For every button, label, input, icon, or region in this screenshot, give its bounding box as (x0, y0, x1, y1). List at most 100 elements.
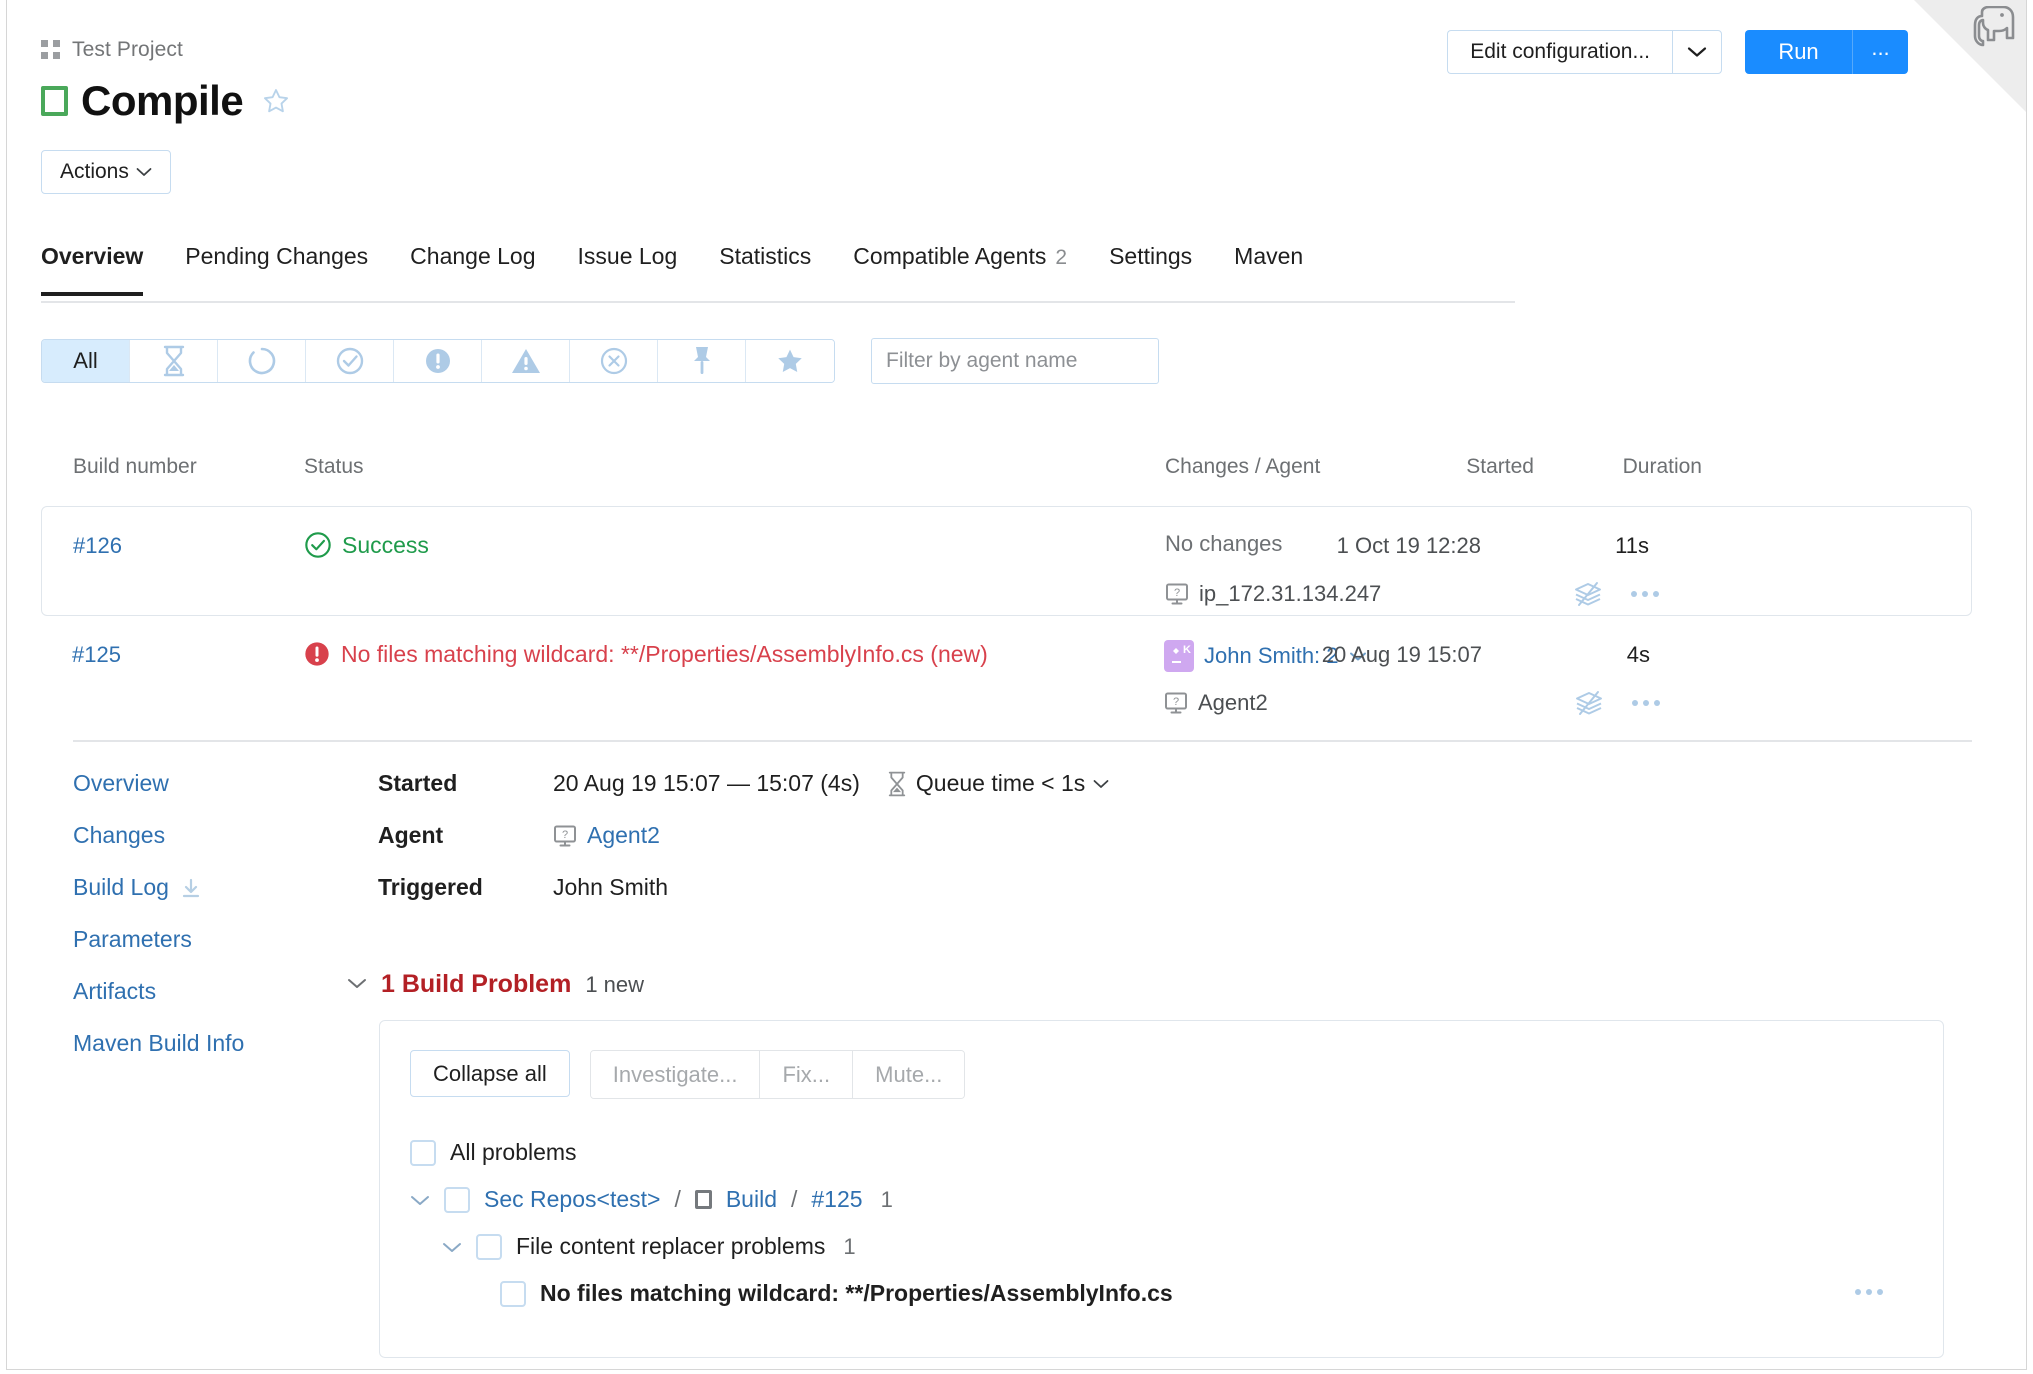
build-number-link[interactable]: #125 (72, 642, 121, 668)
filter-bar: All (41, 338, 1159, 384)
detail-nav-label: Artifacts (73, 978, 156, 1005)
build-changes-link[interactable]: John Smith: 2 (1204, 643, 1339, 669)
svg-text:?: ? (1173, 696, 1179, 708)
table-row[interactable]: #126 Success No changes ? ip_172.31.134.… (41, 506, 1972, 616)
download-icon[interactable] (180, 877, 202, 899)
table-row[interactable]: #125 No files matching wildcard: **/Prop… (41, 616, 1972, 728)
filter-button-problems[interactable] (482, 340, 570, 382)
build-changes: No changes (1165, 531, 1282, 557)
actions-button-label: Actions (60, 160, 129, 184)
detail-nav-maven-build-info[interactable]: Maven Build Info (73, 1030, 353, 1057)
star-outline-icon[interactable] (262, 87, 290, 115)
detail-nav-changes[interactable]: Changes (73, 822, 353, 849)
tab-label: Pending Changes (185, 243, 368, 270)
collapse-all-button[interactable]: Collapse all (410, 1050, 570, 1097)
filter-all-label: All (73, 348, 97, 374)
tab-maven[interactable]: Maven (1234, 243, 1303, 292)
tab-settings[interactable]: Settings (1109, 243, 1192, 292)
detail-nav-label: Overview (73, 770, 169, 797)
filter-button-successful[interactable] (306, 340, 394, 382)
queue-time[interactable]: Queue time < 1s (886, 770, 1109, 797)
page-title: Compile (81, 80, 243, 122)
filter-button-running[interactable] (218, 340, 306, 382)
detail-nav-build-log[interactable]: Build Log (73, 874, 353, 901)
chevron-down-icon[interactable] (410, 1194, 430, 1206)
artifacts-icon[interactable] (1574, 690, 1604, 716)
mute-button[interactable]: Mute... (853, 1051, 964, 1098)
filter-button-all[interactable]: All (42, 340, 130, 382)
build-number-link[interactable]: #125 (811, 1186, 862, 1213)
build-agent-name: ip_172.31.134.247 (1199, 581, 1381, 607)
build-agent[interactable]: ? ip_172.31.134.247 (1165, 581, 1381, 607)
build-status: Success (304, 531, 429, 559)
chevron-down-icon[interactable] (347, 977, 367, 989)
page-title-row: Compile (41, 80, 290, 122)
tab-bar: Overview Pending Changes Change Log Issu… (41, 243, 1515, 303)
filter-button-cancelled[interactable] (570, 340, 658, 382)
tab-issue-log[interactable]: Issue Log (578, 243, 678, 292)
column-header-duration: Duration (1623, 455, 1702, 479)
agent-unknown-icon: ? (553, 824, 577, 848)
problem-checkbox[interactable] (500, 1281, 526, 1307)
investigate-button[interactable]: Investigate... (591, 1051, 761, 1098)
repo-checkbox[interactable] (444, 1187, 470, 1213)
meta-value: 20 Aug 19 15:07 — 15:07 (4s) (553, 770, 860, 797)
detail-nav-label: Parameters (73, 926, 192, 953)
breadcrumb-project-label: Test Project (72, 38, 183, 62)
tab-overview[interactable]: Overview (41, 243, 143, 296)
path-separator: / (674, 1186, 680, 1213)
ellipsis-icon[interactable] (1855, 1289, 1883, 1295)
tab-pending-changes[interactable]: Pending Changes (185, 243, 368, 292)
build-duration: 4s (1627, 642, 1650, 668)
user-avatar-icon: K (1164, 640, 1194, 672)
detail-nav-overview[interactable]: Overview (73, 770, 353, 797)
filter-button-tagged[interactable] (746, 340, 834, 382)
tab-change-log[interactable]: Change Log (410, 243, 535, 292)
ellipsis-icon[interactable] (1632, 700, 1660, 706)
detail-nav-label: Changes (73, 822, 165, 849)
breadcrumb[interactable]: Test Project (41, 38, 183, 62)
detail-nav-label: Build Log (73, 874, 169, 901)
filter-button-failed[interactable] (394, 340, 482, 382)
artifacts-icon[interactable] (1573, 581, 1603, 607)
run-more-button[interactable]: ... (1852, 30, 1908, 74)
agent-unknown-icon: ? (1164, 691, 1188, 715)
run-more-label: ... (1871, 35, 1889, 61)
repo-link[interactable]: Sec Repos<test> (484, 1186, 660, 1213)
column-header-changes-agent: Changes / Agent (1165, 455, 1320, 479)
build-link[interactable]: Build (726, 1186, 777, 1213)
edit-configuration-button[interactable]: Edit configuration... (1447, 30, 1672, 74)
tab-compatible-agents[interactable]: Compatible Agents 2 (853, 243, 1067, 292)
top-actions-group: Edit configuration... Run ... (1447, 30, 1908, 74)
chevron-down-icon[interactable] (442, 1241, 462, 1253)
spinner-icon (247, 346, 277, 376)
actions-button[interactable]: Actions (41, 150, 171, 194)
fix-button[interactable]: Fix... (760, 1051, 853, 1098)
detail-nav-artifacts[interactable]: Artifacts (73, 978, 353, 1005)
config-square-icon (695, 1190, 712, 1209)
check-circle-icon (304, 531, 332, 559)
build-number-link[interactable]: #126 (73, 533, 122, 559)
check-circle-icon (335, 346, 365, 376)
all-problems-label: All problems (450, 1139, 577, 1166)
detail-nav-parameters[interactable]: Parameters (73, 926, 353, 953)
edit-configuration-dropdown-button[interactable] (1672, 30, 1722, 74)
meta-key: Agent (378, 822, 553, 849)
tree-row-all-problems: All problems (410, 1139, 577, 1166)
filter-button-queued[interactable] (130, 340, 218, 382)
build-problem-header[interactable]: 1 Build Problem 1 new (347, 970, 644, 999)
agent-filter-input[interactable] (871, 338, 1159, 384)
meta-agent-link[interactable]: Agent2 (587, 822, 660, 849)
ribbon-triangle (1914, 0, 2026, 112)
run-button[interactable]: Run (1745, 30, 1852, 74)
tab-label: Issue Log (578, 243, 678, 270)
corner-ribbon (1914, 0, 2026, 112)
x-circle-icon (599, 346, 629, 376)
tab-statistics[interactable]: Statistics (719, 243, 811, 292)
ellipsis-icon[interactable] (1631, 591, 1659, 597)
category-checkbox[interactable] (476, 1234, 502, 1260)
build-list: #126 Success No changes ? ip_172.31.134.… (41, 506, 1972, 728)
filter-button-pinned[interactable] (658, 340, 746, 382)
all-problems-checkbox[interactable] (410, 1140, 436, 1166)
build-agent[interactable]: ? Agent2 (1164, 690, 1268, 716)
